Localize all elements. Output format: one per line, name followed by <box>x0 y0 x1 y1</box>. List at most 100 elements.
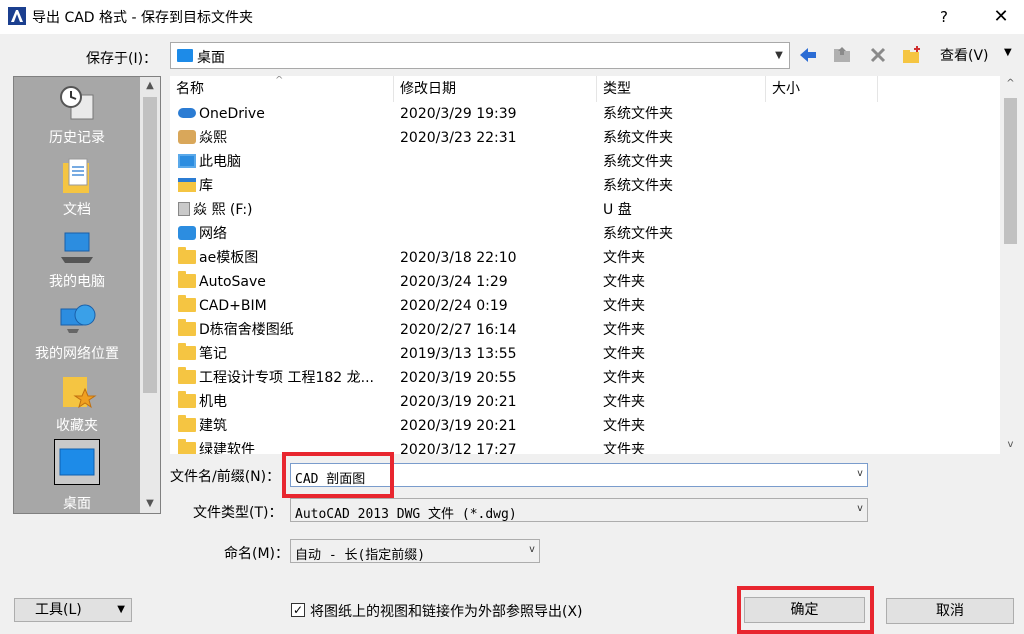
file-row[interactable]: 建筑 2020/3/19 20:21 文件夹 <box>170 414 1000 438</box>
file-name: 焱熙 <box>199 130 227 146</box>
tools-button[interactable]: 工具(L) ▼ <box>14 598 132 622</box>
file-row[interactable]: 焱熙 2020/3/23 22:31 系统文件夹 <box>170 126 1000 150</box>
file-row[interactable]: 焱 熙 (F:) U 盘 <box>170 198 1000 222</box>
column-header-type[interactable]: 类型 <box>597 76 766 102</box>
file-name: 建筑 <box>199 418 227 434</box>
title-bar: 导出 CAD 格式 - 保存到目标文件夹 ? ✕ <box>0 0 1024 34</box>
file-row[interactable]: D栋宿舍楼图纸 2020/2/27 16:14 文件夹 <box>170 318 1000 342</box>
column-header-date[interactable]: 修改日期 <box>394 76 597 102</box>
sort-ascending-icon: ^ <box>275 76 284 86</box>
naming-select[interactable]: 自动 - 长(指定前缀) v <box>290 539 540 563</box>
lib-icon <box>178 178 196 192</box>
chevron-down-icon[interactable]: v <box>1000 439 1021 450</box>
save-in-value: 桌面 <box>197 50 225 66</box>
scroll-thumb[interactable] <box>1004 98 1017 244</box>
file-name: OneDrive <box>199 106 265 122</box>
file-name-cell: CAD+BIM <box>178 294 396 318</box>
file-name: 网络 <box>199 226 227 242</box>
file-type-cell: 文件夹 <box>603 250 645 266</box>
place-network[interactable]: 我的网络位置 <box>14 299 140 363</box>
file-row[interactable]: CAD+BIM 2020/2/24 0:19 文件夹 <box>170 294 1000 318</box>
save-in-label: 保存于(I)： <box>86 51 158 67</box>
network-icon <box>60 304 96 333</box>
file-name: CAD+BIM <box>199 298 267 314</box>
delete-icon[interactable] <box>866 43 890 67</box>
view-menu-button[interactable]: 查看(V) <box>940 45 989 65</box>
places-scrollbar[interactable]: ▲ ▼ <box>140 77 160 513</box>
file-name-cell: D栋宿舍楼图纸 <box>178 318 396 342</box>
file-list[interactable]: 名称 ^ 修改日期 类型 大小 OneDrive 2020/3/29 19:39 系… <box>170 76 1021 454</box>
place-favorites[interactable]: 收藏夹 <box>14 371 140 435</box>
chevron-down-icon[interactable]: ▼ <box>769 43 789 68</box>
file-date-cell: 2020/3/18 22:10 <box>400 250 517 266</box>
file-date-cell <box>400 198 596 222</box>
column-header-name[interactable]: 名称 ^ <box>170 76 394 102</box>
up-folder-icon[interactable] <box>830 43 854 67</box>
folder-icon <box>178 271 196 288</box>
chevron-up-icon[interactable]: ^ <box>1000 78 1021 89</box>
desktop-folder-icon <box>177 49 193 62</box>
cancel-button[interactable]: 取消 <box>886 598 1014 624</box>
file-row[interactable]: 笔记 2019/3/13 13:55 文件夹 <box>170 342 1000 366</box>
file-date-cell: 2020/3/19 20:21 <box>400 418 517 434</box>
file-row[interactable]: 机电 2020/3/19 20:21 文件夹 <box>170 390 1000 414</box>
file-date-cell: 2019/3/13 13:55 <box>400 346 517 362</box>
file-name: 此电脑 <box>199 154 241 170</box>
file-name-cell: 机电 <box>178 390 396 414</box>
export-xref-label[interactable]: 将图纸上的视图和链接作为外部参照导出(X) <box>310 601 583 621</box>
place-documents[interactable]: 文档 <box>14 155 140 219</box>
filetype-label: 文件类型(T)： <box>193 505 283 521</box>
place-label: 桌面 <box>63 496 91 512</box>
export-xref-checkbox[interactable]: ✓ <box>291 603 305 617</box>
chevron-down-icon[interactable]: v <box>857 468 863 479</box>
filetype-select[interactable]: AutoCAD 2013 DWG 文件 (*.dwg) v <box>290 498 868 522</box>
naming-value: 自动 - 长(指定前缀) <box>295 548 426 563</box>
file-row[interactable]: 库 系统文件夹 <box>170 174 1000 198</box>
file-row[interactable]: 工程设计专项 工程182 龙... 2020/3/19 20:55 文件夹 <box>170 366 1000 390</box>
filename-label: 文件名/前缀(N)： <box>170 469 281 485</box>
view-dropdown-icon[interactable]: ▼ <box>1004 47 1012 58</box>
file-name: ae模板图 <box>199 250 259 266</box>
file-name: 笔记 <box>199 346 227 362</box>
file-row[interactable]: AutoSave 2020/3/24 1:29 文件夹 <box>170 270 1000 294</box>
column-header-size[interactable]: 大小 <box>766 76 878 102</box>
file-name-cell: 焱 熙 (F:) <box>178 198 396 222</box>
places-bar: 历史记录 文档 我的电脑 我的网络位置 收藏夹 桌面 ▲ ▼ <box>13 76 161 514</box>
chevron-up-icon[interactable]: ▲ <box>140 77 160 95</box>
file-date-cell: 2020/3/29 19:39 <box>400 106 517 122</box>
tools-dropdown-icon: ▼ <box>117 604 125 615</box>
save-in-combobox[interactable]: 桌面 ▼ <box>170 42 790 69</box>
file-row[interactable]: 此电脑 系统文件夹 <box>170 150 1000 174</box>
computer-icon <box>61 232 93 263</box>
usb-icon <box>178 202 190 216</box>
help-button[interactable]: ? <box>932 5 956 29</box>
history-icon <box>60 86 94 120</box>
new-folder-icon[interactable] <box>900 43 924 67</box>
place-desktop[interactable]: 桌面 <box>14 439 140 512</box>
folder-icon <box>178 247 196 264</box>
chevron-down-icon[interactable]: v <box>529 544 535 555</box>
place-my-computer[interactable]: 我的电脑 <box>14 227 140 291</box>
file-type-cell: 文件夹 <box>603 346 645 362</box>
net-icon <box>178 226 196 240</box>
place-label: 文档 <box>63 202 91 218</box>
file-name: D栋宿舍楼图纸 <box>199 322 294 338</box>
file-type-cell: 系统文件夹 <box>603 130 673 146</box>
chevron-down-icon[interactable]: v <box>857 503 863 514</box>
back-arrow-icon[interactable] <box>796 43 820 67</box>
file-date-cell: 2020/3/24 1:29 <box>400 274 508 290</box>
chevron-down-icon[interactable]: ▼ <box>140 495 160 513</box>
file-name-cell: 笔记 <box>178 342 396 366</box>
file-row[interactable]: OneDrive 2020/3/29 19:39 系统文件夹 <box>170 102 1000 126</box>
file-type-cell: 文件夹 <box>603 442 645 454</box>
file-row[interactable]: ae模板图 2020/3/18 22:10 文件夹 <box>170 246 1000 270</box>
scroll-thumb[interactable] <box>143 97 157 393</box>
folder-icon <box>178 319 196 336</box>
file-list-scrollbar[interactable]: ^ v <box>1000 76 1021 454</box>
close-button[interactable]: ✕ <box>988 5 1014 29</box>
file-name-cell: 焱熙 <box>178 126 396 150</box>
file-row[interactable]: 网络 系统文件夹 <box>170 222 1000 246</box>
place-history[interactable]: 历史记录 <box>14 83 140 147</box>
place-label: 我的电脑 <box>49 274 105 290</box>
revit-app-icon <box>8 7 26 25</box>
